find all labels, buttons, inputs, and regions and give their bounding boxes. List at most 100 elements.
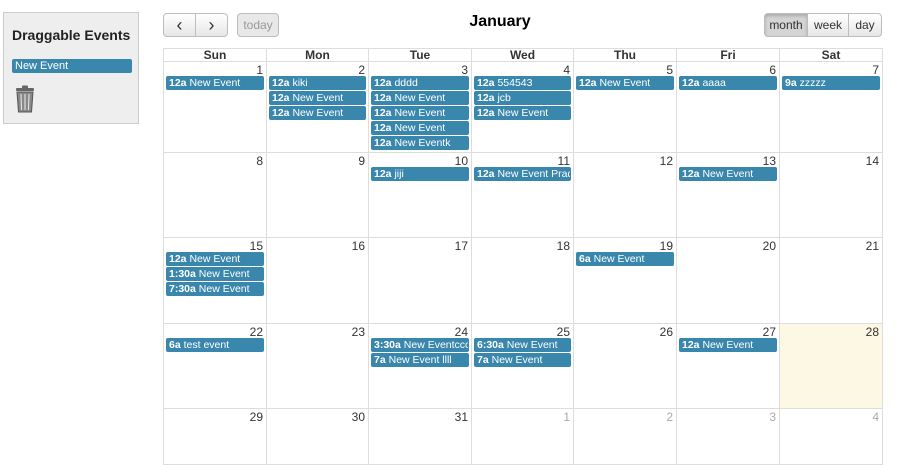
- weekday-header: Fri: [676, 48, 780, 62]
- day-cell[interactable]: 26: [573, 323, 677, 409]
- calendar-event[interactable]: 6a test event: [166, 338, 264, 352]
- event-title: New Event: [198, 268, 250, 280]
- weekday-header: Sat: [779, 48, 883, 62]
- calendar-event[interactable]: 7:30a New Event: [166, 282, 264, 296]
- day-number: 5: [666, 63, 673, 77]
- day-cell[interactable]: 1: [471, 408, 574, 465]
- day-cell[interactable]: 27 12a New Event: [676, 323, 780, 409]
- day-cell[interactable]: 5 12a New Event: [573, 61, 677, 153]
- event-time: 6a: [579, 253, 591, 265]
- day-cell[interactable]: 23: [266, 323, 369, 409]
- day-number: 25: [556, 325, 570, 339]
- weekday-header: Wed: [471, 48, 574, 62]
- day-number: 2: [666, 410, 673, 424]
- calendar-event[interactable]: 12a jcb: [474, 91, 571, 105]
- day-cell[interactable]: 1112a New Event Pradee: [471, 152, 574, 238]
- calendar-event[interactable]: 12a New Event: [679, 338, 777, 352]
- event-title: New Event llll: [388, 354, 452, 366]
- calendar-event[interactable]: 12a New Event: [166, 76, 264, 90]
- day-cell[interactable]: 12: [573, 152, 677, 238]
- calendar-event[interactable]: 7a New Event llll: [371, 353, 469, 367]
- day-cell[interactable]: 14: [779, 152, 883, 238]
- calendar-event[interactable]: 12a New Event: [371, 106, 469, 120]
- calendar-event[interactable]: 12a jiji: [371, 167, 469, 181]
- weekday-header: Tue: [368, 48, 472, 62]
- event-title: jcb: [497, 92, 511, 104]
- day-cell[interactable]: 10 12a jiji: [368, 152, 472, 238]
- calendar-event[interactable]: 12a aaaa: [679, 76, 777, 90]
- today-button[interactable]: today: [237, 13, 279, 37]
- day-cell[interactable]: 4: [779, 408, 883, 465]
- day-cell[interactable]: 21: [779, 237, 883, 324]
- calendar-event[interactable]: 7a New Event: [474, 353, 571, 367]
- day-number: 3: [461, 63, 468, 77]
- day-cell[interactable]: 2: [573, 408, 677, 465]
- prev-button[interactable]: ‹: [163, 13, 196, 37]
- event-time: 12a: [374, 107, 392, 119]
- calendar-event[interactable]: 12a dddd: [371, 76, 469, 90]
- day-cell[interactable]: 18: [471, 237, 574, 324]
- calendar-event[interactable]: 12a New Event Pradee: [474, 167, 571, 181]
- event-title: New Event: [702, 339, 754, 351]
- event-time: 7:30a: [169, 283, 196, 295]
- event-title: zzzzz: [799, 77, 826, 89]
- day-cell[interactable]: 31: [368, 408, 472, 465]
- event-title: New Event: [394, 107, 446, 119]
- event-title: New Event: [292, 107, 344, 119]
- event-time: 12a: [477, 92, 495, 104]
- day-cell[interactable]: 30: [266, 408, 369, 465]
- next-button[interactable]: ›: [195, 13, 228, 37]
- calendar-event[interactable]: 9a zzzzz: [782, 76, 880, 90]
- week-view-button[interactable]: week: [807, 13, 849, 37]
- calendar-event[interactable]: 12a New Event: [371, 91, 469, 105]
- calendar-event[interactable]: 12a New Event: [474, 106, 571, 120]
- day-cell[interactable]: 3 12a dddd 12a New Event 12a New Event 12a N…: [368, 61, 472, 153]
- day-number: 7: [872, 63, 879, 77]
- calendar-event[interactable]: 12a kiki: [269, 76, 366, 90]
- day-cell[interactable]: 29: [163, 408, 267, 465]
- draggable-event[interactable]: New Event: [12, 59, 132, 73]
- day-cell[interactable]: 28: [779, 323, 883, 409]
- day-cell[interactable]: 25 6:30a New Event 7a New Event: [471, 323, 574, 409]
- draggable-events-title: Draggable Events: [12, 27, 131, 43]
- day-cell[interactable]: 1 12a New Event: [163, 61, 267, 153]
- day-cell[interactable]: 6 12a aaaa: [676, 61, 780, 153]
- day-number: 6: [769, 63, 776, 77]
- calendar-event[interactable]: 12a New Event: [371, 121, 469, 135]
- day-view-button[interactable]: day: [848, 13, 882, 37]
- day-cell[interactable]: 7 9a zzzzz: [779, 61, 883, 153]
- month-view-button[interactable]: month: [764, 13, 808, 37]
- trash-icon[interactable]: [13, 85, 37, 113]
- day-cell[interactable]: 243:30a New Eventcccccc7a New Event llll: [368, 323, 472, 409]
- day-cell[interactable]: 3: [676, 408, 780, 465]
- day-cell[interactable]: 20: [676, 237, 780, 324]
- day-cell[interactable]: 17: [368, 237, 472, 324]
- event-time: 12a: [272, 107, 290, 119]
- event-title: New Event: [506, 339, 558, 351]
- calendar-event[interactable]: 1:30a New Event: [166, 267, 264, 281]
- calendar-event[interactable]: 6a New Event: [576, 252, 674, 266]
- day-cell[interactable]: 19 6a New Event: [573, 237, 677, 324]
- calendar-event[interactable]: 12a New Event: [576, 76, 674, 90]
- day-cell[interactable]: 2 12a kiki 12a New Event 12a New Event: [266, 61, 369, 153]
- calendar-event[interactable]: 6:30a New Event: [474, 338, 571, 352]
- day-cell[interactable]: 22 6a test event: [163, 323, 267, 409]
- event-title: aaaa: [702, 77, 726, 89]
- event-title: jiji: [394, 168, 404, 180]
- calendar-event[interactable]: 12a New Event: [269, 91, 366, 105]
- day-cell[interactable]: 4 12a 554543 12a jcb 12a New Event: [471, 61, 574, 153]
- calendar-event[interactable]: 12a New Event: [679, 167, 777, 181]
- calendar-event[interactable]: 12a New Event: [269, 106, 366, 120]
- calendar-event[interactable]: 12a 554543: [474, 76, 571, 90]
- calendar-event[interactable]: 12a New Eventk: [371, 136, 469, 150]
- day-cell[interactable]: 15 12a New Event 1:30a New Event 7:30a New …: [163, 237, 267, 324]
- event-title: New Event: [491, 354, 543, 366]
- calendar-event[interactable]: 12a New Event: [166, 252, 264, 266]
- day-cell[interactable]: 16: [266, 237, 369, 324]
- event-time: 12a: [477, 168, 495, 180]
- day-cell[interactable]: 8: [163, 152, 267, 238]
- day-cell[interactable]: 13 12a New Event: [676, 152, 780, 238]
- event-title: New Eventcccccc: [403, 339, 469, 351]
- calendar-event[interactable]: 3:30a New Eventcccccc: [371, 338, 469, 352]
- day-cell[interactable]: 9: [266, 152, 369, 238]
